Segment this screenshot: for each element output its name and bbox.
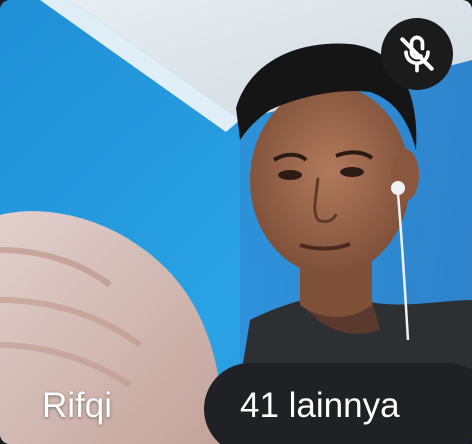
more-participants-label[interactable]: 41 lainnya: [240, 384, 400, 428]
mic-off-icon: [400, 35, 434, 73]
participant-name: Rifqi: [42, 386, 113, 425]
participant-video-tile[interactable]: Rifqi 41 lainnya: [0, 0, 472, 444]
mic-muted-indicator: [381, 18, 453, 90]
